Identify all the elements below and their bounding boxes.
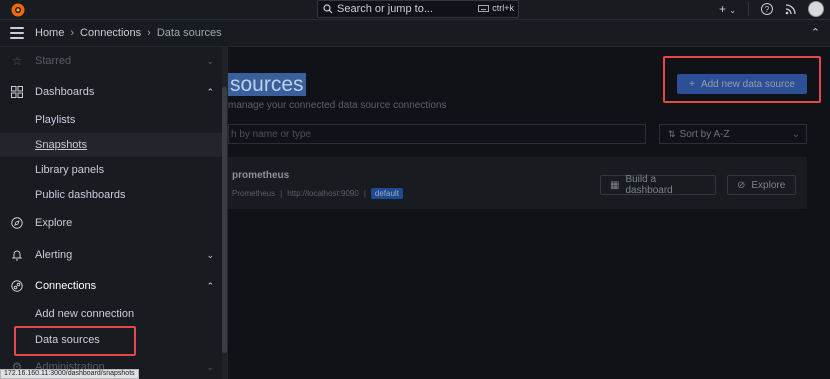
sidebar-item-playlists[interactable]: Playlists <box>0 108 222 132</box>
star-icon: ☆ <box>11 54 23 68</box>
chevron-up-icon: ⌃ <box>206 86 214 97</box>
chevron-down-icon: ⌄ <box>206 55 214 66</box>
page-title: sources <box>228 73 306 96</box>
sidebar-item-label: Explore <box>35 217 73 229</box>
dashboard-icon: ▦ <box>610 179 620 191</box>
search-input[interactable]: h by name or type <box>228 124 646 144</box>
chevron-right-icon: › <box>70 27 75 39</box>
compass-icon: ⊘ <box>737 179 746 191</box>
sort-select[interactable]: ⇅ Sort by A-Z ⌄ <box>659 124 807 144</box>
search-placeholder: Search or jump to... <box>337 3 433 15</box>
keyboard-icon <box>478 4 490 12</box>
datasource-name[interactable]: prometheus <box>232 170 289 181</box>
sidebar-item-label: Starred <box>35 55 72 67</box>
top-right-actions: + ⌄ ? <box>719 1 824 17</box>
avatar[interactable] <box>808 1 824 17</box>
sidebar-item-label: Public dashboards <box>35 189 126 201</box>
breadcrumb-home[interactable]: Home <box>35 27 64 39</box>
keyboard-shortcut: ctrl+k <box>478 3 514 13</box>
chevron-down-icon: ⌄ <box>206 249 214 260</box>
chevron-up-icon[interactable]: ⌃ <box>811 26 820 39</box>
default-badge: default <box>370 188 403 199</box>
sidebar-item-snapshots[interactable]: Snapshots <box>0 133 222 157</box>
sidebar-scrollbar[interactable] <box>222 47 227 379</box>
search-placeholder: h by name or type <box>231 128 312 140</box>
sidebar-item-label: Alerting <box>35 249 73 261</box>
chevron-right-icon: › <box>147 27 151 39</box>
sidebar-item-label: Connections <box>35 280 97 292</box>
sidebar-item-label: Playlists <box>35 114 76 126</box>
datasource-card[interactable]: prometheus Prometheus | http://localhost… <box>228 157 807 209</box>
sidebar-item-connections[interactable]: Connections ⌃ <box>0 274 222 298</box>
sidebar-item-label: Dashboards <box>35 86 95 98</box>
chevron-down-icon: ⌄ <box>791 128 800 140</box>
menu-icon[interactable] <box>10 27 24 39</box>
search-icon <box>323 4 333 14</box>
link-icon <box>10 279 24 293</box>
shortcut-label: ctrl+k <box>492 3 514 13</box>
sidebar-item-library-panels[interactable]: Library panels <box>0 158 222 182</box>
sidebar-item-label: Add new connection <box>35 308 135 320</box>
sidebar-item-label: Library panels <box>35 164 105 176</box>
sidebar-item-explore[interactable]: Explore <box>0 211 222 235</box>
datasource-type: Prometheus <box>232 189 276 198</box>
highlight-box <box>14 326 136 356</box>
sidebar-item-alerting[interactable]: Alerting ⌄ <box>0 243 222 267</box>
search-bar[interactable]: Search or jump to... ctrl+k <box>317 0 519 18</box>
divider: | <box>280 189 283 198</box>
page-subtitle: manage your connected data source connec… <box>228 100 447 111</box>
datasource-meta: Prometheus | http://localhost:9090 | def… <box>232 188 403 199</box>
sidebar-item-add-new-connection[interactable]: Add new connection <box>0 302 222 326</box>
rss-icon[interactable] <box>785 3 796 15</box>
explore-button-label: Explore <box>751 179 786 191</box>
top-bar: Search or jump to... ctrl+k + ⌄ ? <box>0 0 830 20</box>
breadcrumb-data-sources: Data sources <box>156 27 222 39</box>
breadcrumb-bar: Home › Connections › Data sources ⌃ <box>0 20 830 47</box>
sidebar-item-label: Snapshots <box>35 139 87 151</box>
breadcrumb: Home › Connections › Data sources <box>35 27 222 39</box>
compass-icon <box>10 216 24 230</box>
dashboards-icon <box>10 85 24 99</box>
sort-label: Sort by A-Z <box>679 128 730 140</box>
chevron-down-icon: ⌄ <box>206 361 214 372</box>
bell-icon <box>10 248 24 262</box>
build-dashboard-button[interactable]: ▦ Build a dashboard <box>600 174 716 196</box>
add-menu-button[interactable]: + ⌄ <box>719 2 736 16</box>
grafana-logo-icon[interactable] <box>10 2 26 18</box>
build-button-label: Build a dashboard <box>625 174 673 196</box>
chevron-down-icon: ⌄ <box>729 6 736 15</box>
sidebar-item-public-dashboards[interactable]: Public dashboards <box>0 183 222 207</box>
status-url: 172.16.160.11:3000/dashboard/snapshots <box>0 369 139 379</box>
help-icon[interactable]: ? <box>761 3 773 15</box>
explore-button[interactable]: ⊘ Explore <box>727 175 796 195</box>
sort-icon: ⇅ <box>668 128 676 139</box>
sidebar-item-dashboards[interactable]: Dashboards ⌃ <box>0 80 222 104</box>
highlight-box <box>663 56 821 103</box>
main-content: sources manage your connected data sourc… <box>228 47 830 379</box>
sidebar-item-starred[interactable]: ☆ Starred ⌄ <box>0 49 222 73</box>
datasource-url: http://localhost:9090 <box>287 189 359 198</box>
sidebar: ☆ Starred ⌄ Dashboards ⌃ Playlists Snaps… <box>0 47 228 379</box>
divider <box>748 2 749 16</box>
chevron-up-icon: ⌃ <box>206 280 214 291</box>
breadcrumb-connections[interactable]: Connections <box>80 27 141 39</box>
plus-icon: + <box>718 2 726 16</box>
divider: | <box>363 189 366 198</box>
